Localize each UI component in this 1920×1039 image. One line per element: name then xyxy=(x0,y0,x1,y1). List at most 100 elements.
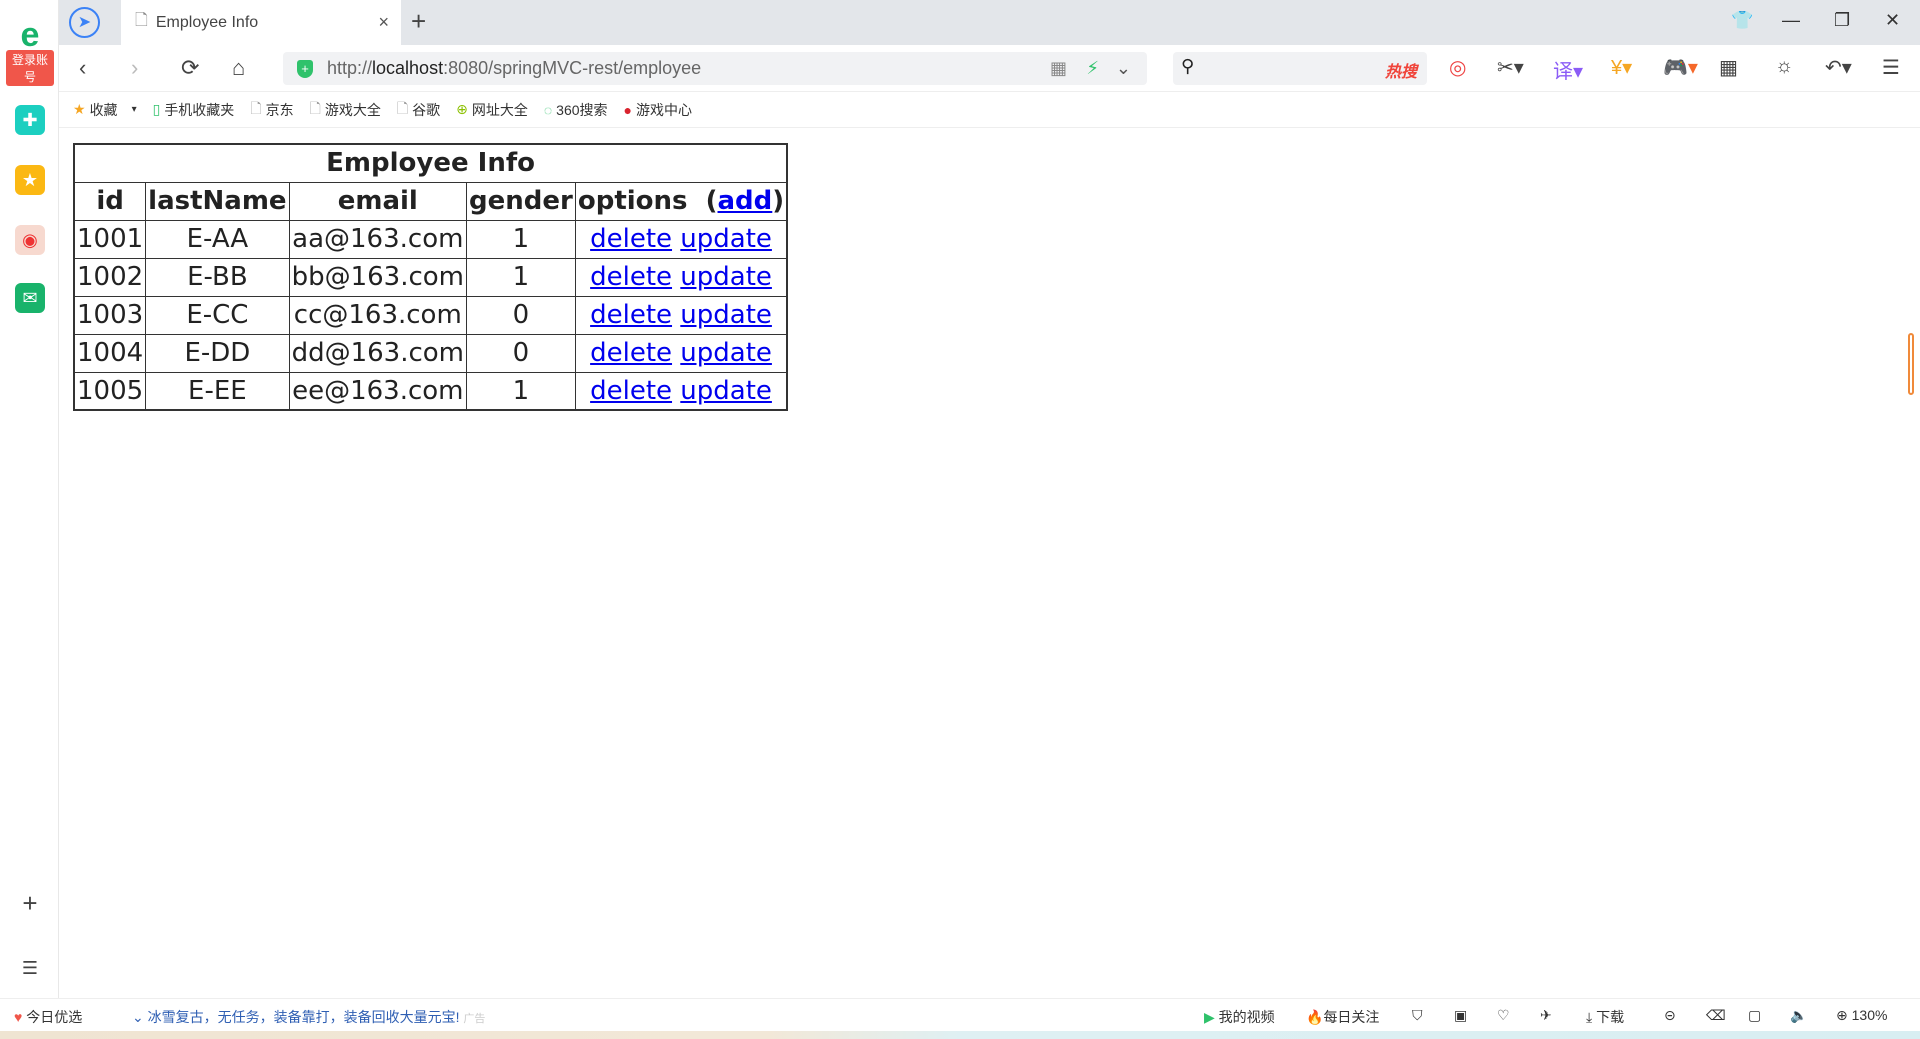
zoom-level[interactable]: ⊕ 130% xyxy=(1836,1007,1887,1024)
cell-id: 1001 xyxy=(73,219,147,259)
delete-link[interactable]: delete xyxy=(590,338,672,368)
star-icon: ★ xyxy=(73,101,86,117)
status-bar: ♥ 今日优选 ⌄ 冰雪复古，无任务，装备靠打，装备回收大量元宝! 广告 ▶ 我的… xyxy=(0,998,1920,1031)
caret-down-icon[interactable]: ▾ xyxy=(132,104,137,115)
daily-follow[interactable]: 🔥每日关注 xyxy=(1306,1007,1379,1027)
daily-label: 每日关注 xyxy=(1323,1009,1380,1025)
heart-icon: ♥ xyxy=(14,1009,23,1025)
brightness-icon[interactable]: ☼ xyxy=(1775,55,1793,78)
delete-link[interactable]: delete xyxy=(590,300,672,330)
delete-link[interactable]: delete xyxy=(590,224,672,254)
download[interactable]: ⤓ 下载 xyxy=(1586,1007,1624,1027)
cell-id: 1002 xyxy=(73,257,147,297)
skin-icon[interactable]: 👕 xyxy=(1731,10,1753,31)
search-input[interactable]: ⚲ 热搜 xyxy=(1173,52,1427,85)
my-video-label: 我的视频 xyxy=(1218,1009,1275,1025)
game-center-icon: ● xyxy=(623,101,632,118)
cell-id: 1004 xyxy=(73,333,147,373)
new-tab-button[interactable]: + xyxy=(411,6,426,37)
back-button[interactable]: ‹ xyxy=(79,55,86,81)
phone-icon: ▯ xyxy=(152,101,161,117)
tab-employee-info[interactable]: 🗋 Employee Info × xyxy=(121,0,401,45)
plus-icon[interactable]: + xyxy=(15,888,45,918)
shield-icon[interactable]: ⛉ xyxy=(1412,1007,1423,1024)
table-row: 1003 E-CC cc@163.com 0 delete update xyxy=(73,295,788,335)
forward-button[interactable]: › xyxy=(131,55,138,81)
qr-code-icon[interactable]: ▦ xyxy=(1050,58,1067,79)
incognito-icon[interactable]: ⊝ xyxy=(1664,1007,1676,1024)
bookmark-item[interactable]: 🗋 游戏大全 xyxy=(310,98,381,122)
mail-icon[interactable]: ✉ xyxy=(15,283,45,313)
zoom-icon: ⊕ xyxy=(1836,1007,1848,1023)
rocket-icon[interactable]: ✈ xyxy=(1540,1007,1552,1024)
clover-icon[interactable]: ✚ xyxy=(15,105,45,135)
update-link[interactable]: update xyxy=(680,262,772,292)
add-link[interactable]: add xyxy=(718,186,773,216)
restore-button[interactable]: ❐ xyxy=(1834,10,1850,31)
account-login[interactable]: e 登录账号 xyxy=(6,18,54,86)
close-tab-icon[interactable]: × xyxy=(378,12,389,33)
navigation-icon[interactable]: ➤ xyxy=(69,7,100,38)
delete-link[interactable]: delete xyxy=(590,262,672,292)
cell-gender: 1 xyxy=(466,219,576,259)
game-icon[interactable]: 🎮▾ xyxy=(1663,55,1698,80)
play-icon: ▶ xyxy=(1204,1009,1215,1025)
reload-button[interactable]: ⟳ xyxy=(181,55,199,81)
lightning-icon[interactable]: ⚡ xyxy=(1086,58,1099,79)
ad-link[interactable]: ⌄ 冰雪复古，无任务，装备靠打，装备回收大量元宝! 广告 xyxy=(132,1007,485,1027)
translate-icon[interactable]: 译▾ xyxy=(1553,55,1583,84)
bookmark-item[interactable]: ◌ 360搜索 xyxy=(544,100,608,120)
bookmark-item[interactable]: ⊕ 网址大全 xyxy=(456,100,528,120)
list-icon[interactable]: ☰ xyxy=(15,953,45,983)
cell-lastname: E-CC xyxy=(145,295,290,335)
weibo-icon[interactable]: ◉ xyxy=(15,225,45,255)
bookmark-item[interactable]: ▯ 手机收藏夹 xyxy=(153,100,235,120)
home-button[interactable]: ⌂ xyxy=(232,55,245,81)
address-bar[interactable]: + http://localhost:8080/springMVC-rest/e… xyxy=(283,52,1147,85)
header-lastname: lastName xyxy=(145,181,290,221)
cell-gender: 1 xyxy=(466,257,576,297)
bookmark-label: 谷歌 xyxy=(412,101,441,118)
update-link[interactable]: update xyxy=(680,300,772,330)
taskbar-strip xyxy=(0,1031,1920,1039)
scissors-icon[interactable]: ✂▾ xyxy=(1497,55,1524,80)
chrome-icon[interactable]: ◎ xyxy=(1449,55,1466,80)
minimize-button[interactable]: — xyxy=(1782,10,1800,31)
cell-options: delete update xyxy=(574,257,788,297)
my-video[interactable]: ▶ 我的视频 xyxy=(1204,1007,1275,1027)
tab-bar: ➤ 🗋 Employee Info × + 👕 — ❐ ✕ xyxy=(59,0,1920,45)
undo-icon[interactable]: ↶▾ xyxy=(1825,55,1852,80)
login-label: 登录账号 xyxy=(6,50,54,86)
clean-icon[interactable]: ⌫ xyxy=(1706,1007,1726,1024)
update-link[interactable]: update xyxy=(680,376,772,406)
bookmark-item[interactable]: 🗋 京东 xyxy=(250,98,293,122)
browser-logo-icon: e xyxy=(20,16,40,54)
chevron-down-icon[interactable]: ⌄ xyxy=(1116,58,1131,79)
window-icon[interactable]: ▢ xyxy=(1748,1007,1761,1024)
update-link[interactable]: update xyxy=(680,338,772,368)
bookmark-item[interactable]: 🗋 谷歌 xyxy=(397,98,440,122)
image-icon[interactable]: ▣ xyxy=(1454,1007,1467,1024)
volume-icon[interactable]: 🔈 xyxy=(1790,1007,1807,1024)
cell-email: bb@163.com xyxy=(288,257,468,297)
star-icon[interactable]: ★ xyxy=(15,165,45,195)
close-window-button[interactable]: ✕ xyxy=(1885,10,1900,31)
cell-lastname: E-EE xyxy=(145,371,290,411)
bookmark-item[interactable]: ● 游戏中心 xyxy=(624,100,692,120)
scrollbar[interactable] xyxy=(1908,333,1914,395)
bookmark-item[interactable]: ★ 收藏 ▾ xyxy=(73,100,137,120)
today-label: 今日优选 xyxy=(26,1009,83,1025)
cell-email: aa@163.com xyxy=(288,219,468,259)
page-icon: 🗋 xyxy=(396,99,409,116)
table-row: 1004 E-DD dd@163.com 0 delete update xyxy=(73,333,788,373)
bookmark-label: 360搜索 xyxy=(556,101,608,118)
menu-icon[interactable]: ☰ xyxy=(1882,55,1900,80)
update-link[interactable]: update xyxy=(680,224,772,254)
cell-lastname: E-AA xyxy=(145,219,290,259)
delete-link[interactable]: delete xyxy=(590,376,672,406)
heartbeat-icon[interactable]: ♡ xyxy=(1497,1007,1510,1024)
grid-icon[interactable]: ▦ xyxy=(1719,55,1738,80)
today-picks[interactable]: ♥ 今日优选 xyxy=(14,1007,82,1027)
yuan-shield-icon[interactable]: ¥▾ xyxy=(1611,55,1632,80)
hot-search[interactable]: 热搜 xyxy=(1385,58,1417,82)
